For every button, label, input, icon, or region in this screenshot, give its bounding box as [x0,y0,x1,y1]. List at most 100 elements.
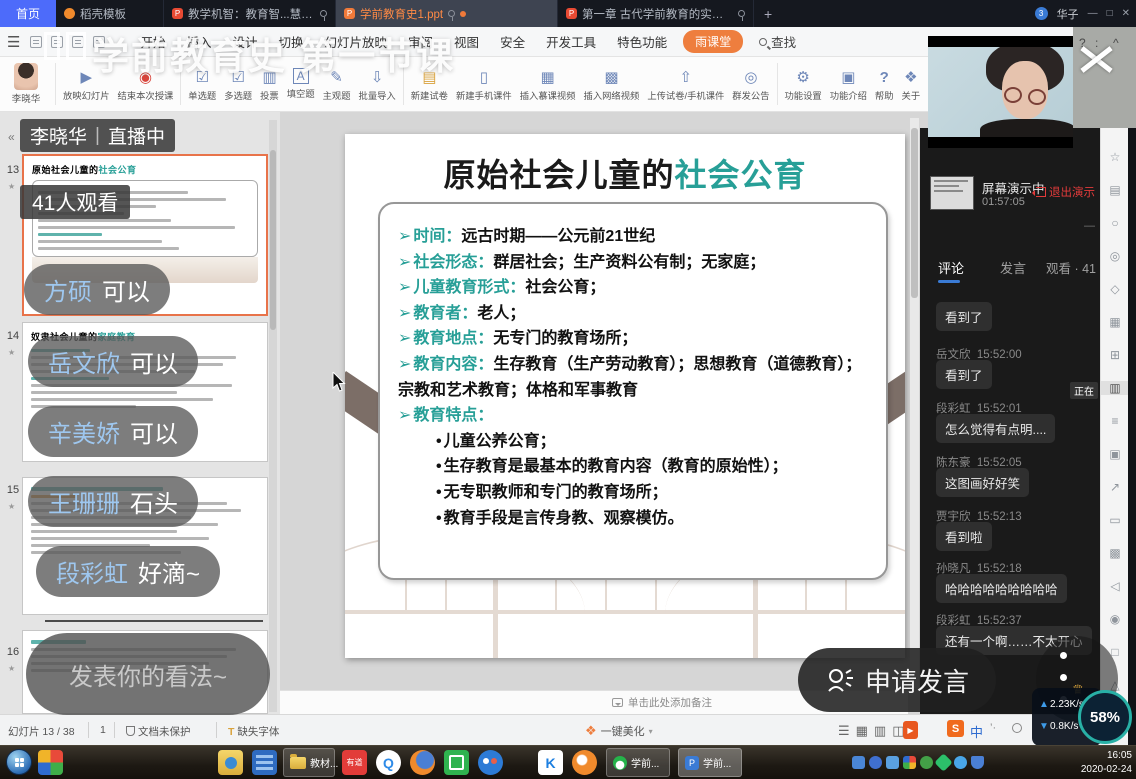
close-button[interactable]: ✕ [1122,8,1130,19]
sogou-input-icon[interactable]: S [947,720,964,737]
find-button[interactable]: 查找 [759,32,796,51]
new-tab-button[interactable]: + [754,0,782,27]
doc-protection[interactable]: 文档未保护 [126,724,191,739]
taskbar-window-wps[interactable]: P学前... [678,748,742,777]
restore-button[interactable]: □ [1107,8,1113,19]
teacher-webcam-video[interactable] [928,36,1073,148]
hamburger-icon[interactable]: ☰ [7,33,20,51]
youdao-icon[interactable]: 有道 [342,750,367,775]
start-button[interactable] [6,749,32,775]
menu-view[interactable]: 视图 [454,32,479,51]
ribbon-btn-help[interactable]: ?帮助 [871,59,898,109]
scrollbar-thumb[interactable] [270,150,276,330]
tab-watching[interactable]: 观看 · 41 [1046,258,1096,277]
firefox-icon[interactable] [410,750,435,775]
ribbon-btn-insert-mooc-video[interactable]: ▦插入慕课视频 [516,59,580,109]
save-icon[interactable] [30,36,42,48]
tab-pdf-2[interactable]: P 第一章 古代学前教育的实施.pdf [558,0,754,27]
apps-grid-icon[interactable]: ⊞ [1101,348,1129,362]
beautify-button[interactable]: ❖ 一键美化 ▾ [585,723,653,739]
screen-share-thumbnail[interactable] [930,176,974,210]
ribbon-btn-settings[interactable]: ⚙功能设置 [781,59,826,109]
tray-icon[interactable] [920,756,933,769]
tab-home[interactable]: 首页 [0,0,56,27]
green-app-icon[interactable] [444,750,469,775]
notification-badge[interactable]: 3 [1035,7,1048,20]
bullet-society: ➢社会形态：群居社会；生产资料公有制；无家庭； [398,250,870,276]
menu-devtools[interactable]: 开发工具 [546,32,596,51]
minimize-button[interactable]: — [1088,8,1098,19]
input-punct-icon[interactable]: ’· [990,722,996,734]
ribbon-btn-announcement[interactable]: ◎群发公告 [728,59,773,109]
panel-collapse-arrow[interactable]: « [8,130,15,144]
canvas-scrollbar[interactable] [910,118,919,688]
tray-icon[interactable] [869,756,882,769]
menu-security[interactable]: 安全 [500,32,525,51]
tray-icon[interactable] [954,756,967,769]
table-icon[interactable]: ▦ [1101,315,1129,329]
slides-icon[interactable]: ▣ [1101,447,1129,461]
orange-browser-icon[interactable] [572,750,597,775]
tray-icon[interactable] [852,756,865,769]
media-app-icon[interactable] [252,750,277,775]
active-tab-underline [938,280,960,283]
sliders-icon[interactable]: ≡ [1101,414,1129,428]
current-slide[interactable]: 原始社会儿童的社会公育 ➢时间：远古时期——公元前21世纪 ➢社会形态：群居社 [345,134,905,658]
tray-icon[interactable] [903,756,916,769]
exit-presentation-button[interactable]: 退出演示 [1036,184,1095,200]
tab-ppt-active[interactable]: P 学前教育史1.ppt [336,0,558,27]
ribbon-btn-upload-courseware[interactable]: ⇧上传试卷/手机课件 [643,59,728,109]
ribbon-btn-about[interactable]: ❖关于 [898,59,925,109]
status-bar: 幻灯片 13 / 38 1 文档未保护 T 缺失字体 ❖ 一键美化 ▾ ☰▦▥◫… [0,714,1136,745]
tab-speak[interactable]: 发言 [1000,258,1026,277]
seal-icon[interactable]: ◎ [1101,249,1129,263]
feature-item: 教育手段是言传身教、观察模仿。 [436,506,870,532]
tab-docer[interactable]: 稻壳模板 [56,0,164,27]
layers-icon[interactable]: ▤ [1101,183,1129,197]
danmaku-input[interactable]: 发表你的看法~ [26,633,270,715]
streamer-badge: 李晓华|直播中 [20,119,175,152]
tab-comments[interactable]: 评论 [938,258,964,277]
taskbar-window-qq[interactable]: 学前... [606,748,670,777]
account-name[interactable]: 华子 [1057,6,1079,22]
ribbon-btn-insert-web-video[interactable]: ▩插入网络视频 [580,59,644,109]
shapes-icon[interactable]: ○ [1101,216,1129,230]
taskbar-app-icon[interactable] [38,750,63,775]
tray-icon[interactable] [934,753,952,771]
speak-icon [825,665,855,695]
view-mode-buttons[interactable]: ☰▦▥◫ [838,723,911,739]
ribbon-btn-intro[interactable]: ▣功能介绍 [826,59,871,109]
ribbon-btn-new-mobile-courseware[interactable]: ▯新建手机课件 [452,59,516,109]
taskbar-clock[interactable]: 16:052020-02-24 [1081,749,1132,777]
image-icon[interactable]: ▩ [1101,546,1129,560]
request-speak-button[interactable]: 申请发言 [798,648,996,712]
tray-icon[interactable] [886,756,899,769]
thumbnail-scrollbar[interactable] [269,120,277,712]
tray-shield-icon[interactable] [971,756,984,769]
scrollbar-thumb[interactable] [911,128,918,298]
input-lang-icon[interactable]: 中 [970,722,983,741]
panel-minimize[interactable]: — [1084,220,1095,232]
chart-icon[interactable]: ▥ [1101,381,1129,395]
record-icon[interactable]: ◉ [1101,612,1129,626]
overlay-glyph [66,32,86,60]
missing-fonts[interactable]: T 缺失字体 [228,724,279,739]
network-folder-icon[interactable] [218,750,243,775]
user-avatar-block[interactable]: 李晓华 [0,63,52,105]
diamond-icon[interactable]: ◇ [1101,282,1129,296]
menu-features[interactable]: 特色功能 [617,32,667,51]
slideshow-button[interactable]: ▶ [903,721,918,739]
taskbar-window-folder[interactable]: 教材... [283,748,335,777]
browser-q-icon[interactable]: Q [376,750,401,775]
monitor-icon[interactable]: ▭ [1101,513,1129,527]
rain-classroom-tab[interactable]: 雨课堂 [683,30,743,53]
speaker-icon[interactable]: ◁ [1101,579,1129,593]
k-app-icon[interactable]: K [538,750,563,775]
tab-pdf-1[interactable]: P 教学机智：教育智...慧(1).pdf [164,0,336,27]
optimization-score-badge[interactable]: 58% [1078,690,1132,744]
star-icon[interactable]: ☆ [1101,150,1129,164]
blue-circles-app-icon[interactable] [478,750,503,775]
input-settings-icon[interactable] [1012,723,1022,733]
share-icon[interactable]: ↗ [1101,480,1129,494]
close-overlay-icon[interactable] [1078,44,1114,74]
